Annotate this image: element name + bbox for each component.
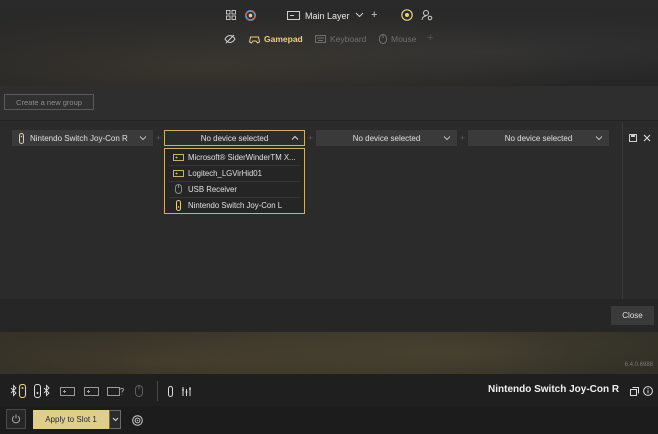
joycon-icon[interactable] [166, 384, 174, 398]
tab-keyboard[interactable]: Keyboard [315, 31, 366, 47]
dropdown-option[interactable]: Logitech_LGVirHid01 [165, 165, 304, 181]
create-group-button[interactable]: Create a new group [4, 94, 94, 110]
dropdown-option-label: USB Receiver [188, 184, 237, 194]
device-selector-3[interactable]: No device selected [316, 130, 457, 146]
chevron-up-icon [291, 135, 299, 140]
device-selector-2-value: No device selected [200, 133, 269, 143]
device-selector-1[interactable]: Nintendo Switch Joy-Con R [12, 130, 153, 146]
device-dropdown: Microsoft® SiderWinderTM X... Logitech_L… [164, 148, 305, 214]
joycon-icon [19, 132, 24, 144]
profile-icon[interactable] [401, 9, 413, 21]
controller-settings-icon[interactable] [181, 384, 191, 398]
add-device-icon[interactable]: + [460, 133, 465, 143]
mouse-icon[interactable] [133, 384, 145, 398]
tab-row: Gamepad Keyboard Mouse + [0, 31, 658, 47]
divider [157, 381, 158, 401]
chevron-down-icon[interactable] [355, 10, 364, 19]
dropdown-option[interactable]: Microsoft® SiderWinderTM X... [165, 149, 304, 165]
info-icon[interactable] [643, 384, 653, 398]
layer-row: Main Layer + [0, 8, 658, 24]
add-layer-icon[interactable]: + [371, 9, 377, 21]
mouse-icon [171, 184, 185, 194]
target-icon[interactable] [131, 413, 143, 427]
device-selector-1-value: Nintendo Switch Joy-Con R [30, 133, 128, 143]
layer-icon [287, 10, 300, 21]
tab-mouse[interactable]: Mouse [379, 31, 417, 47]
tab-keyboard-label: Keyboard [330, 34, 367, 44]
keyboard-icon [315, 35, 326, 43]
gamepad-icon [171, 153, 185, 161]
dropdown-option-label: Nintendo Switch Joy-Con L [188, 200, 283, 210]
unknown-controller-icon[interactable] [106, 384, 124, 398]
dropdown-option[interactable]: USB Receiver [165, 181, 304, 197]
bluetooth-joycon-icon[interactable] [9, 384, 29, 398]
device-selector-3-value: No device selected [352, 133, 421, 143]
eye-hidden-icon[interactable] [224, 34, 236, 44]
chevron-down-icon [112, 417, 118, 422]
joycon-icon [171, 199, 185, 211]
apply-options-button[interactable] [109, 410, 121, 429]
device-selector-2[interactable]: No device selected [164, 130, 305, 146]
layer-label: Main Layer [305, 11, 350, 21]
power-button[interactable] [6, 409, 26, 429]
tab-gamepad[interactable]: Gamepad [249, 31, 303, 47]
color-wheel-icon[interactable] [245, 10, 256, 21]
panel-header: Create a new group [0, 86, 658, 121]
device-selector-4-value: No device selected [504, 133, 573, 143]
add-device-icon[interactable]: + [308, 133, 313, 143]
device-group-panel: Create a new group Nintendo Switch Joy-C… [0, 86, 658, 332]
chevron-down-icon [595, 136, 603, 141]
dropdown-option[interactable]: Nintendo Switch Joy-Con L [165, 197, 304, 213]
chevron-down-icon [139, 136, 147, 141]
tab-mouse-label: Mouse [391, 34, 417, 44]
close-button[interactable]: Close [611, 306, 654, 325]
gamepad-icon[interactable] [83, 384, 99, 398]
grid-icon[interactable] [226, 10, 236, 20]
chevron-down-icon [443, 136, 451, 141]
panel-footer [0, 299, 658, 332]
divider [622, 122, 623, 300]
top-bar: Main Layer + Gamepad Keyboard Mouse + [0, 0, 658, 50]
add-tab-icon[interactable]: + [427, 32, 433, 44]
bluetooth-joycon-icon[interactable] [33, 384, 53, 398]
tab-gamepad-label: Gamepad [264, 34, 303, 44]
gamepad-icon [249, 36, 260, 44]
power-icon [11, 414, 21, 424]
user-settings-icon[interactable] [421, 9, 433, 21]
apply-to-slot-button[interactable]: Apply to Slot 1 [33, 410, 109, 429]
device-selector-4[interactable]: No device selected [468, 130, 609, 146]
gamepad-icon [171, 169, 185, 177]
device-name: Nintendo Switch Joy-Con R [488, 384, 620, 395]
version-label: 6.4.0.6988 [624, 362, 653, 368]
mouse-icon [379, 34, 387, 44]
dropdown-option-label: Logitech_LGVirHid01 [188, 168, 262, 178]
close-icon[interactable] [642, 130, 652, 146]
copy-icon[interactable] [629, 384, 639, 398]
save-icon[interactable] [628, 130, 638, 146]
add-device-icon[interactable]: + [156, 133, 161, 143]
gamepad-icon[interactable] [59, 384, 75, 398]
dropdown-option-label: Microsoft® SiderWinderTM X... [188, 152, 296, 162]
